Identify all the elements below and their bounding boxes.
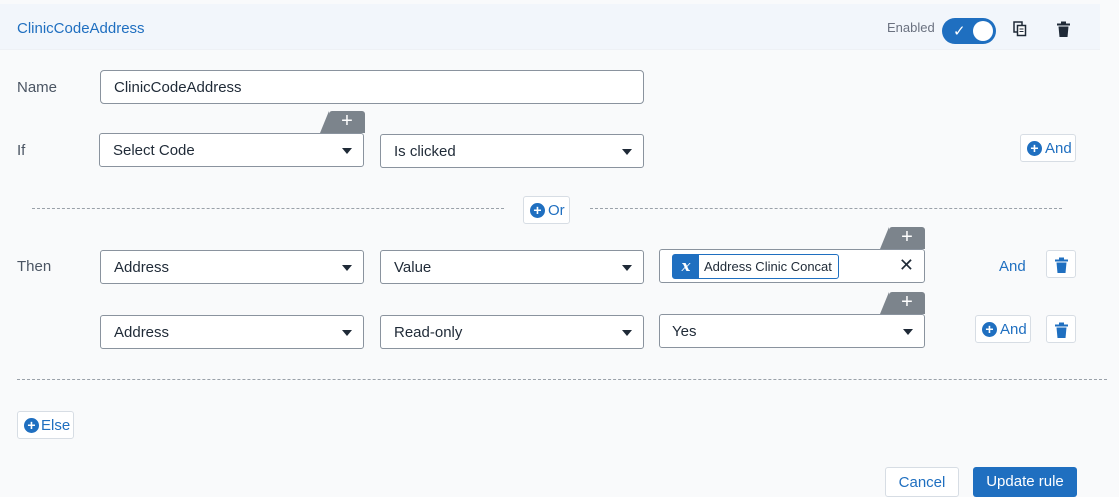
if-label: If: [17, 142, 26, 159]
caret-down-icon: [622, 149, 632, 155]
caret-down-icon: [342, 148, 352, 154]
rule-name-value: ClinicCodeAddress: [114, 79, 242, 96]
formula-chip-label: Address Clinic Concat: [704, 259, 832, 274]
divider-right: [590, 208, 1062, 209]
caret-down-icon: [342, 330, 352, 336]
circle-plus-icon: +: [982, 322, 997, 337]
else-button[interactable]: + Else: [17, 411, 74, 439]
then-value-field[interactable]: x Address Clinic Concat ✕: [659, 249, 925, 283]
then-value-value: Yes: [672, 323, 697, 340]
function-icon: x: [673, 255, 699, 278]
caret-down-icon: [622, 265, 632, 271]
then-value-select[interactable]: Yes: [659, 314, 925, 348]
then-property-select[interactable]: Value: [380, 250, 644, 284]
enabled-toggle[interactable]: ✓: [942, 18, 996, 44]
then-label: Then: [17, 258, 52, 275]
then-and-button[interactable]: + And: [975, 315, 1031, 343]
then-and-link[interactable]: And: [999, 258, 1026, 275]
circle-plus-icon: +: [24, 418, 39, 433]
or-button[interactable]: + Or: [523, 196, 570, 224]
rule-name-input[interactable]: ClinicCodeAddress: [100, 70, 644, 104]
then-target-select[interactable]: Address: [100, 315, 364, 349]
caret-down-icon: [622, 330, 632, 336]
delete-action-button[interactable]: [1046, 250, 1076, 278]
update-rule-button[interactable]: Update rule: [973, 467, 1077, 497]
then-property-value: Value: [394, 259, 432, 276]
if-field-value: Select Code: [113, 142, 195, 159]
if-and-button[interactable]: + And: [1020, 134, 1076, 162]
else-divider: [17, 379, 1107, 380]
else-label: Else: [41, 417, 71, 434]
copy-icon[interactable]: [1013, 21, 1029, 39]
add-condition-plus-icon[interactable]: +: [320, 111, 365, 133]
trash-icon: [1055, 322, 1068, 338]
then-property-value: Read-only: [394, 324, 463, 341]
if-condition-value: Is clicked: [394, 143, 456, 160]
caret-down-icon: [342, 265, 352, 271]
trash-icon: [1055, 257, 1068, 273]
then-and-label: And: [1000, 321, 1027, 338]
if-and-label: And: [1045, 140, 1072, 157]
name-label: Name: [17, 79, 58, 96]
add-value-plus-icon[interactable]: +: [880, 227, 925, 249]
enabled-label: Enabled: [887, 20, 935, 35]
toggle-knob: [973, 21, 993, 41]
then-target-value: Address: [114, 259, 170, 276]
formula-chip[interactable]: x Address Clinic Concat: [672, 254, 839, 279]
rule-header: ClinicCodeAddress Enabled ✓: [0, 4, 1100, 50]
rule-panel: ClinicCodeAddress Enabled ✓ Name ClinicC…: [0, 0, 1119, 497]
cancel-button[interactable]: Cancel: [885, 467, 959, 497]
or-label: Or: [548, 202, 565, 219]
close-icon[interactable]: ✕: [899, 256, 914, 274]
then-target-select[interactable]: Address: [100, 250, 364, 284]
delete-action-button[interactable]: [1046, 315, 1076, 343]
circle-plus-icon: +: [1027, 141, 1042, 156]
divider-left: [32, 208, 504, 209]
then-target-value: Address: [114, 324, 170, 341]
circle-plus-icon: +: [530, 203, 545, 218]
if-condition-select[interactable]: Is clicked: [380, 134, 644, 168]
if-field-select[interactable]: Select Code: [99, 133, 364, 167]
add-value-plus-icon[interactable]: +: [880, 292, 925, 314]
check-icon: ✓: [953, 23, 966, 40]
rule-title: ClinicCodeAddress: [17, 20, 145, 37]
then-property-select[interactable]: Read-only: [380, 315, 644, 349]
trash-icon[interactable]: [1057, 21, 1073, 39]
caret-down-icon: [903, 329, 913, 335]
